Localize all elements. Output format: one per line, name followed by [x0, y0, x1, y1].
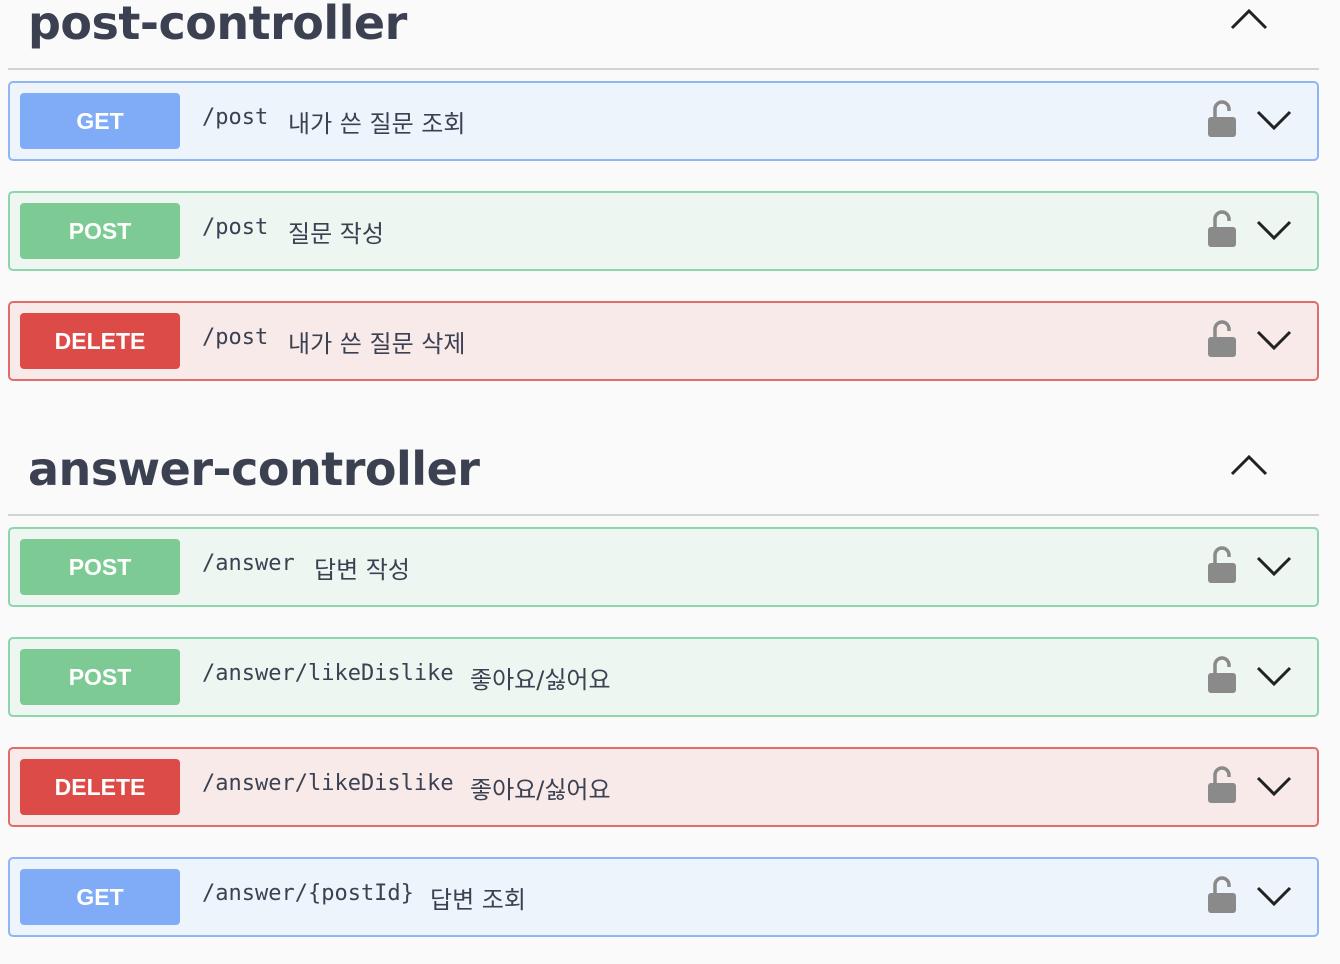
chevron-down-icon[interactable] — [1255, 327, 1293, 353]
operation-path: /answer/likeDislike — [202, 661, 454, 686]
unlocked-padlock-icon[interactable] — [1207, 99, 1237, 139]
method-badge: POST — [20, 203, 180, 259]
section-title: answer-controller — [28, 442, 480, 496]
chevron-up-icon[interactable] — [1229, 452, 1269, 478]
chevron-down-icon[interactable] — [1255, 883, 1293, 909]
operation-summary: 답변 작성 — [314, 556, 410, 584]
unlocked-padlock-icon[interactable] — [1207, 875, 1237, 915]
operation-path: /answer/{postId} — [202, 881, 414, 906]
operation-summary: 좋아요/싫어요 — [470, 776, 611, 804]
operation-post-post[interactable]: POST /post 질문 작성 — [8, 191, 1319, 271]
chevron-down-icon[interactable] — [1255, 773, 1293, 799]
operation-post-answer[interactable]: POST /answer 답변 작성 — [8, 527, 1319, 607]
operation-path: /answer/likeDislike — [202, 771, 454, 796]
operation-summary: 내가 쓴 질문 삭제 — [288, 330, 466, 358]
unlocked-padlock-icon[interactable] — [1207, 765, 1237, 805]
method-badge: GET — [20, 93, 180, 149]
method-badge: DELETE — [20, 313, 180, 369]
operation-summary: 내가 쓴 질문 조회 — [288, 110, 466, 138]
method-badge: DELETE — [20, 759, 180, 815]
operation-path: /post — [202, 215, 269, 240]
swagger-operations-page: post-controller GET /post 내가 쓴 질문 조회 POS… — [0, 0, 1340, 964]
method-badge: POST — [20, 539, 180, 595]
section-title: post-controller — [28, 0, 407, 50]
operation-get-answer-postid[interactable]: GET /answer/{postId} 답변 조회 — [8, 857, 1319, 937]
operation-path: /answer — [202, 551, 295, 576]
operation-path: /post — [202, 105, 269, 130]
section-header-answer-controller[interactable]: answer-controller — [8, 446, 1319, 516]
unlocked-padlock-icon[interactable] — [1207, 209, 1237, 249]
chevron-up-icon[interactable] — [1229, 6, 1269, 32]
unlocked-padlock-icon[interactable] — [1207, 655, 1237, 695]
operation-path: /post — [202, 325, 269, 350]
chevron-down-icon[interactable] — [1255, 217, 1293, 243]
unlocked-padlock-icon[interactable] — [1207, 319, 1237, 359]
operation-post-answer-likedislike[interactable]: POST /answer/likeDislike 좋아요/싫어요 — [8, 637, 1319, 717]
operation-delete-answer-likedislike[interactable]: DELETE /answer/likeDislike 좋아요/싫어요 — [8, 747, 1319, 827]
section-header-post-controller[interactable]: post-controller — [8, 0, 1319, 70]
operation-summary: 좋아요/싫어요 — [470, 666, 611, 694]
operation-get-post[interactable]: GET /post 내가 쓴 질문 조회 — [8, 81, 1319, 161]
unlocked-padlock-icon[interactable] — [1207, 545, 1237, 585]
operation-summary: 질문 작성 — [288, 220, 384, 248]
operation-delete-post[interactable]: DELETE /post 내가 쓴 질문 삭제 — [8, 301, 1319, 381]
method-badge: GET — [20, 869, 180, 925]
chevron-down-icon[interactable] — [1255, 663, 1293, 689]
chevron-down-icon[interactable] — [1255, 553, 1293, 579]
chevron-down-icon[interactable] — [1255, 107, 1293, 133]
operation-summary: 답변 조회 — [430, 886, 526, 914]
method-badge: POST — [20, 649, 180, 705]
